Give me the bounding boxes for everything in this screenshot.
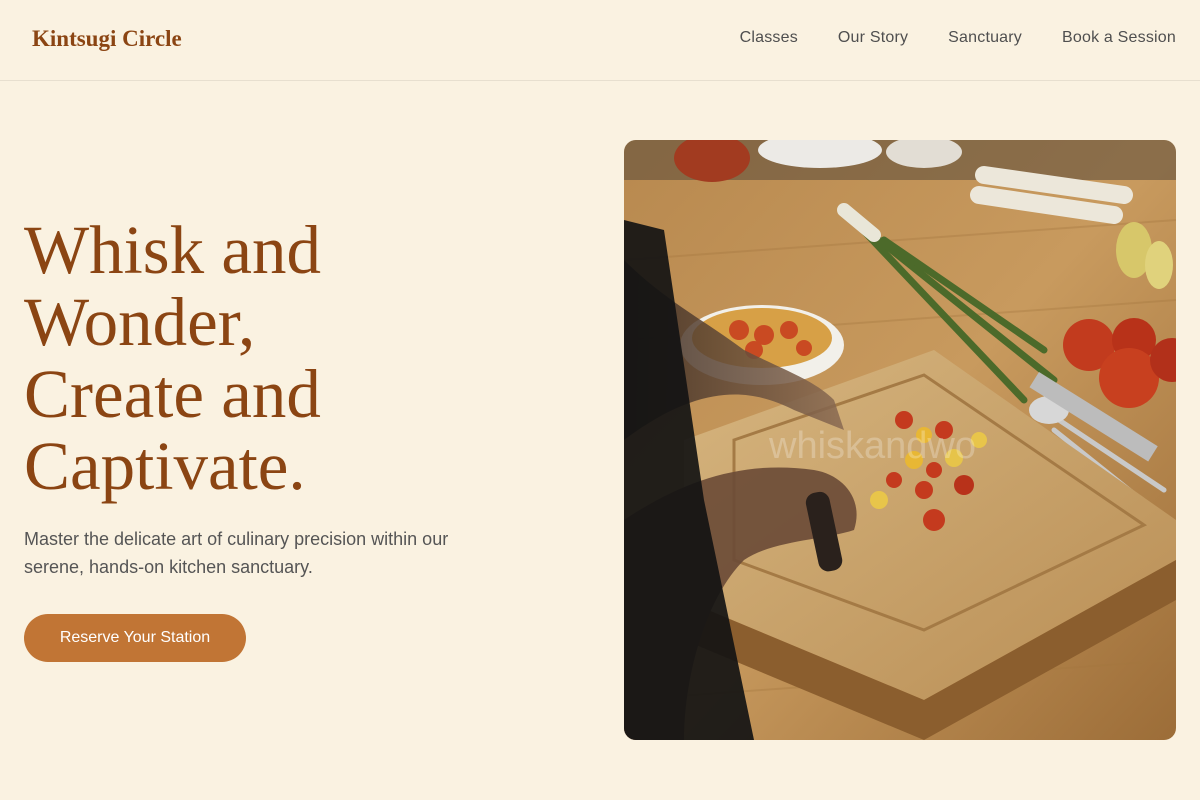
nav-link-sanctuary[interactable]: Sanctuary [948,29,1022,47]
hero-title: Whisk and Wonder, Create and Captivate. [24,214,484,502]
main-nav: Classes Our Story Sanctuary Book a Sessi… [740,29,1176,47]
nav-link-classes[interactable]: Classes [740,29,798,47]
image-watermark: whiskandwo [768,425,976,467]
hero-title-line: Create and [24,356,321,432]
nav-link-our-story[interactable]: Our Story [838,29,908,47]
hero-image: whiskandwo [624,140,1176,740]
hero-title-line: Captivate. [24,428,306,504]
reserve-station-button[interactable]: Reserve Your Station [24,614,246,662]
hero-subtitle: Master the delicate art of culinary prec… [24,529,449,577]
nav-link-book-a-session[interactable]: Book a Session [1062,29,1176,47]
hero-title-line: Wonder, [24,284,256,360]
site-header: Kintsugi Circle Classes Our Story Sanctu… [0,0,1200,81]
hero-text: Whisk and Wonder, Create and Captivate. … [24,214,484,662]
brand-logo[interactable]: Kintsugi Circle [32,26,182,52]
hero-title-line: Whisk and [24,212,322,288]
kitchen-photo: whiskandwo [624,140,1176,740]
